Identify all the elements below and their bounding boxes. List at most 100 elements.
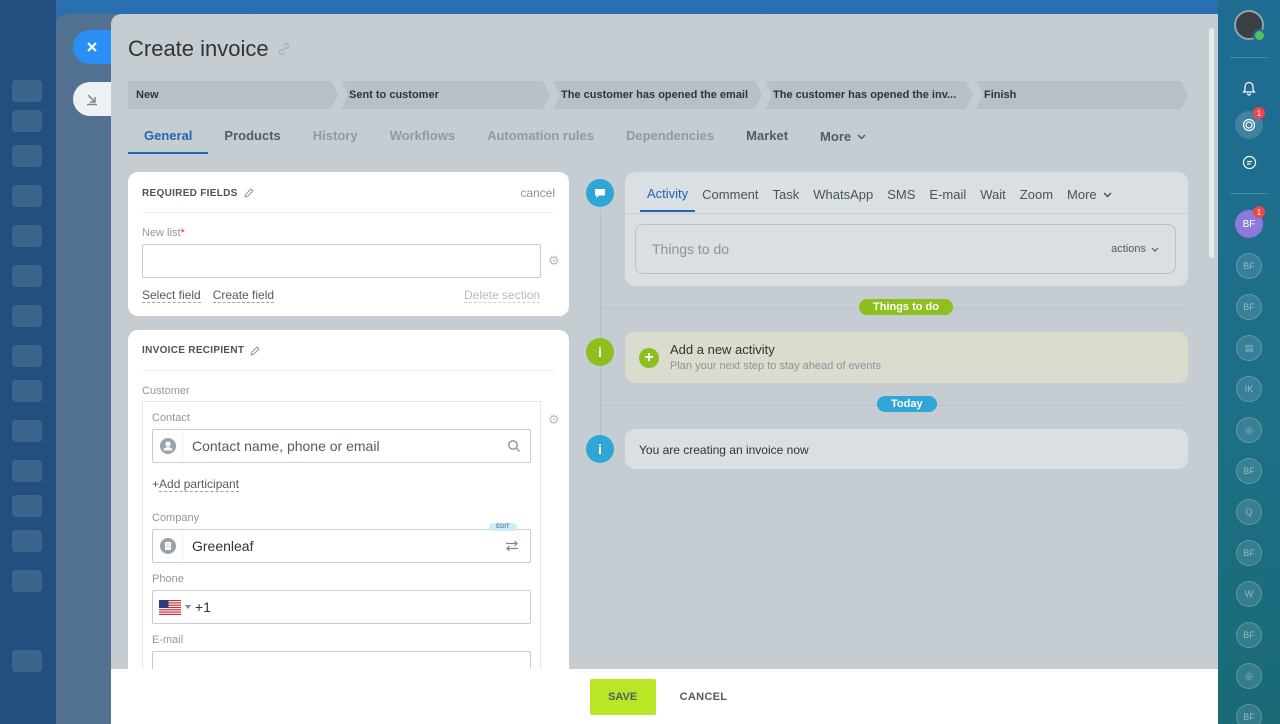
minimize-slider-button[interactable]: [73, 82, 111, 116]
phone-code: +1: [195, 599, 211, 615]
avatar-copilot-icon[interactable]: ◎: [1236, 663, 1262, 689]
select-field-link[interactable]: Select field: [142, 288, 201, 303]
tab-general[interactable]: General: [128, 126, 209, 154]
online-status-icon: [1253, 29, 1266, 42]
stage-opened-invoice[interactable]: The customer has opened the inv...: [765, 81, 973, 109]
tab-more[interactable]: More: [804, 126, 882, 154]
tab-workflows[interactable]: Workflows: [374, 126, 472, 154]
phone-label: Phone: [152, 573, 184, 585]
background-content: [56, 14, 116, 724]
pencil-icon[interactable]: [250, 345, 261, 356]
stage-label: Sent to customer: [349, 89, 439, 101]
divider: [1230, 57, 1268, 58]
new-list-input[interactable]: [142, 244, 541, 278]
contact-search-input[interactable]: Contact name, phone or email: [152, 429, 531, 463]
tab-whatsapp[interactable]: WhatsApp: [806, 187, 880, 211]
info-icon: i: [586, 338, 614, 366]
contact-label: Contact: [152, 412, 190, 424]
stage-label: Finish: [984, 89, 1017, 101]
avatar-bf[interactable]: BF: [1236, 253, 1262, 279]
delete-section-link[interactable]: Delete section: [464, 288, 541, 303]
pencil-icon[interactable]: [243, 188, 254, 198]
tab-history[interactable]: History: [297, 126, 374, 154]
cancel-button[interactable]: CANCEL: [668, 691, 740, 703]
creating-note-text: You are creating an invoice now: [639, 443, 809, 457]
divider: [142, 212, 555, 213]
tab-market[interactable]: Market: [730, 126, 804, 154]
add-participant-link[interactable]: +Add participant: [152, 477, 240, 492]
building-icon: [153, 530, 183, 562]
tab-wait[interactable]: Wait: [973, 187, 1013, 211]
avatar-contact-book-icon[interactable]: ▤: [1236, 335, 1262, 361]
tab-email[interactable]: E-mail: [922, 187, 973, 211]
things-to-do-input[interactable]: Things to do actions: [635, 224, 1176, 274]
create-field-link[interactable]: Create field: [212, 288, 275, 303]
gear-icon[interactable]: ⚙: [548, 253, 560, 269]
info-icon: i: [586, 435, 614, 463]
entity-tabs: General Products History Workflows Autom…: [128, 126, 882, 154]
invoice-slider: Create invoice New Sent to customer The …: [111, 14, 1218, 724]
divider: [1230, 193, 1268, 194]
avatar-bf[interactable]: BF: [1236, 622, 1262, 648]
add-activity-card[interactable]: + Add a new activity Plan your next step…: [625, 332, 1188, 383]
comment-icon: [586, 179, 614, 207]
tab-activity[interactable]: Activity: [640, 186, 696, 212]
scrollbar[interactable]: [1209, 28, 1214, 258]
actions-dropdown[interactable]: actions: [1111, 243, 1159, 255]
avatar-copilot-icon[interactable]: ◎: [1236, 417, 1262, 443]
avatar-bf[interactable]: BF: [1236, 294, 1262, 320]
tab-automation-rules[interactable]: Automation rules: [471, 126, 610, 154]
phone-input[interactable]: +1: [152, 590, 531, 624]
company-field[interactable]: Greenleaf: [152, 529, 531, 563]
country-selector[interactable]: [153, 599, 191, 615]
stage-opened-email[interactable]: The customer has opened the email: [553, 81, 762, 109]
tab-comment[interactable]: Comment: [695, 187, 765, 211]
avatar-q[interactable]: Q: [1236, 499, 1262, 525]
section-cancel-link[interactable]: cancel: [520, 186, 555, 200]
stage-new[interactable]: New: [128, 81, 338, 109]
company-edit-badge[interactable]: EDIT: [489, 523, 517, 531]
save-button[interactable]: SAVE: [589, 678, 656, 715]
email-label: E-mail: [152, 634, 184, 646]
chevron-down-icon: [1151, 247, 1159, 252]
tab-zoom[interactable]: Zoom: [1013, 187, 1060, 211]
copilot-icon[interactable]: 1: [1235, 107, 1265, 139]
avatar-w[interactable]: W: [1236, 581, 1262, 607]
page-title: Create invoice: [128, 36, 291, 62]
right-sidebar: 1 BF 1 BF BF ▤ IK ◎ BF Q BF W BF ◎ BF: [1218, 0, 1280, 724]
swap-icon[interactable]: [505, 539, 519, 553]
stage-sent[interactable]: Sent to customer: [341, 81, 550, 109]
tab-dependencies[interactable]: Dependencies: [610, 126, 730, 154]
required-fields-section: REQUIRED FIELDS cancel New list* ⚙ Selec…: [128, 172, 569, 316]
page-title-text: Create invoice: [128, 36, 269, 61]
things-to-do-placeholder: Things to do: [652, 241, 730, 257]
tab-sms[interactable]: SMS: [880, 187, 922, 211]
chevron-down-icon: [857, 133, 866, 140]
company-value: Greenleaf: [192, 538, 254, 554]
link-icon[interactable]: [277, 42, 291, 56]
stage-finish[interactable]: Finish: [976, 81, 1188, 109]
divider: [142, 370, 555, 371]
tab-task[interactable]: Task: [766, 187, 807, 211]
avatar-bf-active[interactable]: BF 1: [1235, 206, 1265, 238]
stage-label: The customer has opened the inv...: [773, 89, 957, 101]
avatar-ik[interactable]: IK: [1236, 376, 1262, 402]
timeline-line: [600, 210, 601, 460]
search-icon[interactable]: [507, 439, 521, 453]
avatar-bf[interactable]: BF: [1236, 458, 1262, 484]
close-icon: [87, 42, 97, 52]
creating-invoice-note: You are creating an invoice now: [625, 429, 1188, 469]
tab-more-activities[interactable]: More: [1060, 187, 1119, 211]
close-slider-button[interactable]: [73, 30, 111, 64]
today-badge: Today: [877, 396, 937, 412]
bell-icon[interactable]: [1235, 74, 1263, 102]
divider: [625, 213, 1188, 214]
avatar-bf[interactable]: BF: [1236, 704, 1262, 724]
tab-products[interactable]: Products: [208, 126, 296, 154]
chevron-down-icon: [1103, 191, 1112, 198]
avatar-bf[interactable]: BF: [1236, 540, 1262, 566]
gear-icon[interactable]: ⚙: [548, 412, 560, 428]
user-avatar[interactable]: [1234, 10, 1266, 42]
things-to-do-badge: Things to do: [859, 299, 953, 315]
chat-icon[interactable]: [1235, 148, 1263, 176]
